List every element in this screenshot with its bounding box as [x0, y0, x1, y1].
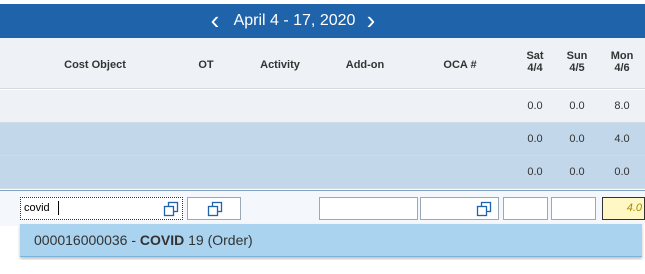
col-header-addon: Add-on	[345, 59, 385, 71]
period-label: April 4 - 17, 2020	[233, 12, 356, 29]
suggestion-text: 000016000036 - COVID 19 (Order)	[34, 232, 253, 250]
sun-hours-input[interactable]	[551, 197, 596, 220]
col-header-sun: Sun 4/5	[557, 50, 597, 74]
table-row[interactable]: 0.0 0.0 8.0	[0, 90, 645, 123]
suggestion-item[interactable]: 000016000036 - COVID 19 (Order)	[20, 224, 642, 257]
value-help-icon[interactable]	[207, 201, 223, 217]
cell-sun: 0.0	[569, 133, 585, 145]
col-header-activity: Activity	[260, 59, 300, 71]
ot-input[interactable]	[187, 197, 241, 220]
value-help-icon[interactable]	[163, 201, 179, 217]
table-row[interactable]: 0.0 0.0 0.0	[0, 156, 645, 189]
suggestion-prefix: 000016000036 -	[34, 232, 140, 248]
bottom-area	[0, 260, 645, 274]
suggestion-match: COVID	[139, 232, 185, 248]
addon-input[interactable]	[319, 197, 418, 220]
col-header-sat-day: Sat	[526, 50, 544, 62]
text-caret	[58, 201, 59, 215]
mon-hours-value: 4.0	[626, 202, 642, 214]
col-header-mon-day: Mon	[610, 50, 634, 62]
cost-object-input-value: covid	[24, 202, 50, 214]
mon-hours-input[interactable]: 4.0	[602, 197, 645, 220]
col-header-sun-day: Sun	[566, 50, 588, 62]
suggestion-suffix: 19 (Order)	[184, 232, 253, 248]
cell-sun: 0.0	[569, 166, 585, 178]
oca-input[interactable]	[420, 197, 499, 220]
chevron-left-icon[interactable]: ‹	[206, 4, 224, 38]
cell-mon: 0.0	[614, 166, 630, 178]
cell-sat: 0.0	[527, 100, 543, 112]
col-header-mon: Mon 4/6	[602, 50, 642, 74]
table-header: Cost Object OT Activity Add-on OCA # Sat…	[0, 38, 645, 89]
cell-sat: 0.0	[527, 133, 543, 145]
sat-hours-input[interactable]	[503, 197, 548, 220]
cell-mon: 4.0	[614, 133, 630, 145]
cell-sat: 0.0	[527, 166, 543, 178]
col-header-cost-object: Cost Object	[64, 59, 126, 71]
period-navigation-bar: ‹ April 4 - 17, 2020 ›	[0, 4, 645, 38]
value-help-icon[interactable]	[476, 201, 492, 217]
cell-sun: 0.0	[569, 100, 585, 112]
cell-mon: 8.0	[614, 100, 630, 112]
edit-row: covid 4.0	[0, 190, 645, 226]
chevron-right-icon[interactable]: ›	[362, 4, 380, 38]
col-header-oca: OCA #	[443, 59, 477, 71]
table-row[interactable]: 0.0 0.0 4.0	[0, 123, 645, 156]
col-header-sat-date: 4/4	[527, 62, 543, 74]
col-header-ot: OT	[198, 59, 214, 71]
cost-object-input[interactable]: covid	[20, 197, 183, 220]
col-header-sun-date: 4/5	[569, 62, 585, 74]
col-header-mon-date: 4/6	[614, 62, 630, 74]
col-header-sat: Sat 4/4	[515, 50, 555, 74]
